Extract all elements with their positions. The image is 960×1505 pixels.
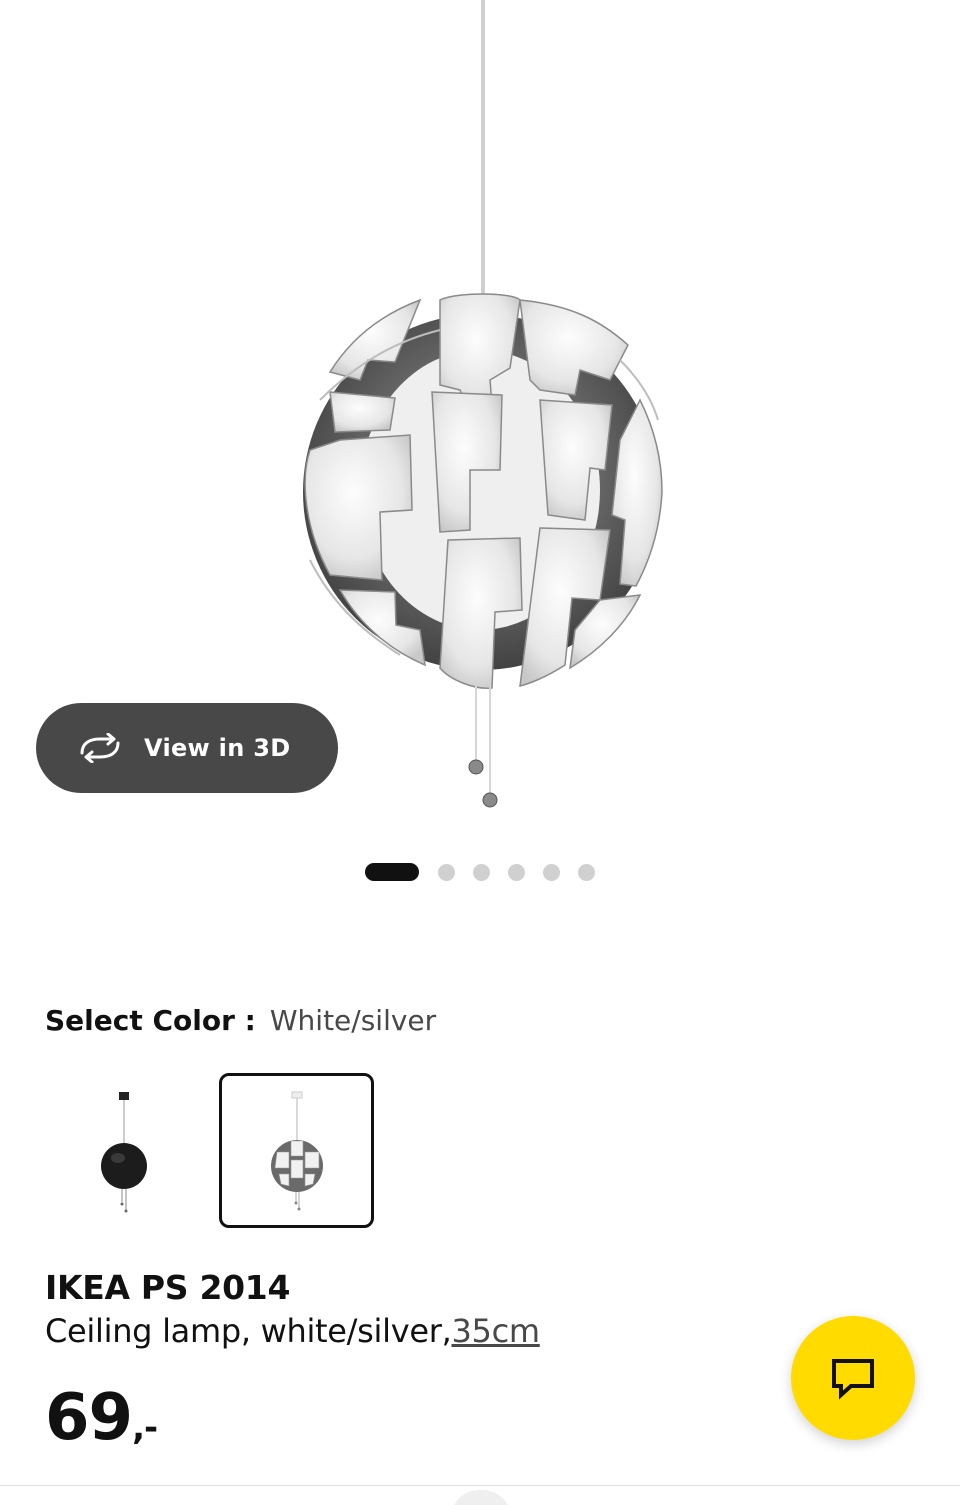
bottom-sheet-handle[interactable] (450, 1490, 512, 1505)
carousel-pagination (0, 863, 960, 881)
carousel-dot[interactable] (543, 863, 560, 881)
carousel-dot-active[interactable] (365, 863, 419, 881)
white-silver-lamp-thumbnail (270, 1091, 323, 1210)
price-value: 69 (45, 1381, 133, 1455)
view-in-3d-button[interactable]: View in 3D (36, 703, 338, 793)
color-option-black[interactable] (46, 1073, 201, 1228)
carousel-dot[interactable] (508, 863, 525, 881)
product-description-text: Ceiling lamp, white/silver, (45, 1312, 452, 1350)
product-page: View in 3D Select Color : White/silver I… (0, 0, 960, 1505)
product-size-link[interactable]: 35cm (451, 1312, 540, 1350)
price-suffix: ,- (132, 1408, 158, 1448)
bottom-divider (0, 1485, 960, 1486)
select-color-label: Select Color : (45, 1004, 256, 1037)
product-image-carousel[interactable]: View in 3D (0, 0, 960, 900)
selected-color-value: White/silver (269, 1004, 437, 1037)
black-lamp-thumbnail (100, 1091, 147, 1212)
view-in-3d-label: View in 3D (144, 734, 291, 762)
chat-bubble-icon (832, 1359, 874, 1400)
color-option-white-silver[interactable] (219, 1073, 374, 1228)
chat-button[interactable] (791, 1316, 915, 1440)
rotate-3d-icon (76, 733, 124, 763)
carousel-dot[interactable] (578, 863, 595, 881)
carousel-dot[interactable] (438, 863, 455, 881)
color-selector-heading: Select Color : White/silver (45, 1004, 436, 1037)
carousel-dot[interactable] (473, 863, 490, 881)
product-name: IKEA PS 2014 (45, 1268, 291, 1307)
product-price: 69,- (45, 1386, 158, 1450)
product-description: Ceiling lamp, white/silver,35cm (45, 1312, 540, 1350)
